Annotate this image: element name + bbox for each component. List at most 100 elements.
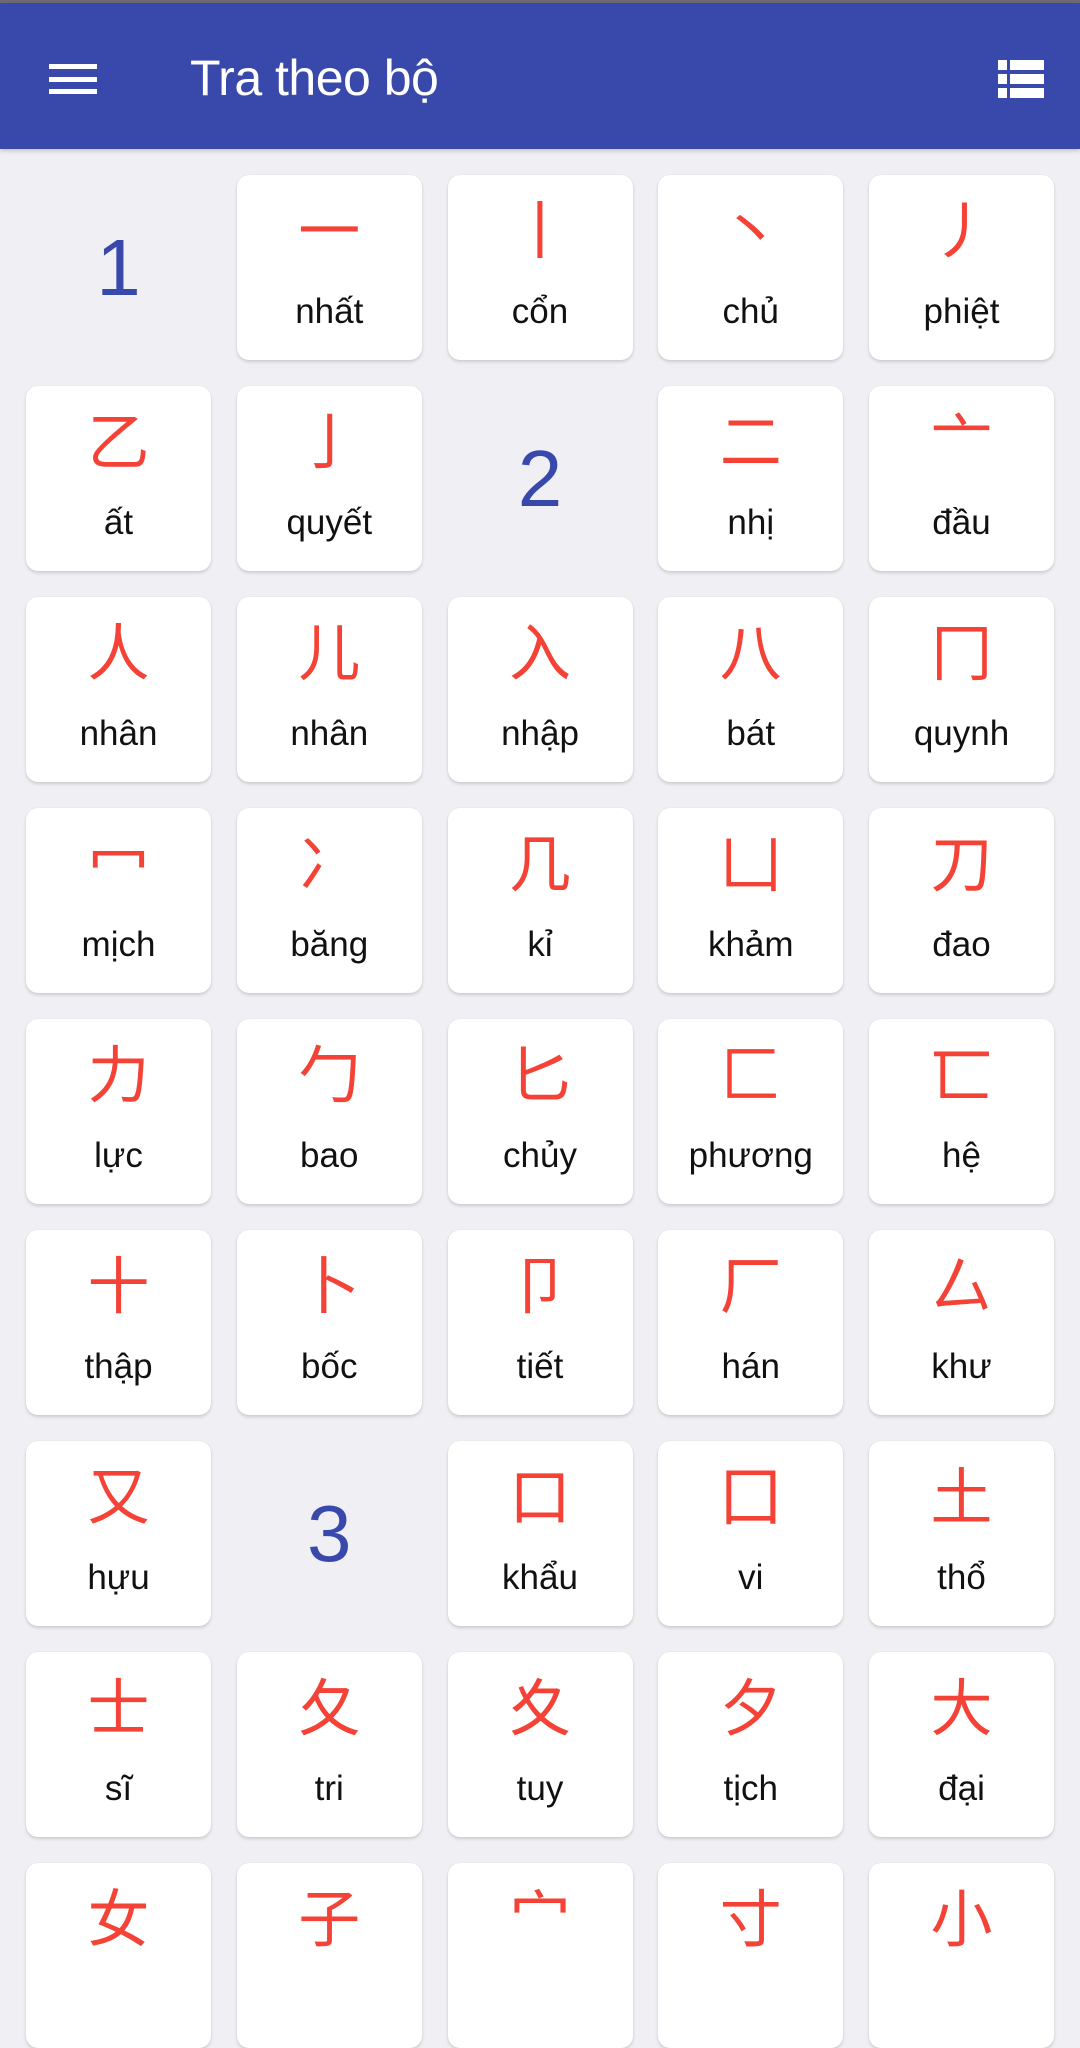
- radical-card[interactable]: 入 nhập: [447, 597, 633, 782]
- radical-character: 乙: [87, 406, 150, 479]
- radical-card[interactable]: 大 đại: [869, 1652, 1054, 1837]
- radical-card[interactable]: 土 thổ: [869, 1441, 1054, 1626]
- radical-name: đao: [932, 925, 991, 964]
- radical-character: 冂: [930, 617, 993, 690]
- radical-name: chủy: [503, 1136, 577, 1175]
- radical-character: 小: [930, 1883, 993, 1956]
- radical-card[interactable]: 冫 băng: [236, 808, 422, 993]
- radical-character: 丨: [508, 195, 571, 268]
- radical-card[interactable]: 匕 chủy: [447, 1019, 633, 1204]
- radical-character: 匕: [508, 1039, 571, 1112]
- radical-card[interactable]: 士 sĩ: [26, 1652, 211, 1837]
- radical-character: 又: [87, 1461, 150, 1534]
- radical-character: 夂: [298, 1672, 361, 1745]
- list-view-icon: [998, 60, 1044, 98]
- radical-card[interactable]: 十 thập: [26, 1230, 211, 1415]
- radical-name: hệ: [942, 1136, 981, 1175]
- radical-character: 夊: [508, 1672, 571, 1745]
- radical-name: nhân: [290, 714, 369, 753]
- radical-character: 大: [930, 1672, 993, 1745]
- radical-name: quynh: [913, 714, 1010, 753]
- radical-card[interactable]: 二 nhị: [658, 386, 844, 571]
- radical-card[interactable]: 囗 vi: [658, 1441, 844, 1626]
- radical-character: 凵: [719, 828, 782, 901]
- radical-character: 卩: [508, 1250, 571, 1323]
- radical-card[interactable]: 一 nhất: [236, 175, 422, 360]
- radical-card[interactable]: 夕 tịch: [658, 1652, 844, 1837]
- radical-card[interactable]: 厶 khư: [869, 1230, 1054, 1415]
- radical-name: khư: [931, 1347, 992, 1386]
- radical-card[interactable]: 儿 nhân: [236, 597, 422, 782]
- radical-card[interactable]: 冂 quynh: [869, 597, 1054, 782]
- radical-character: 力: [87, 1039, 150, 1112]
- radical-character: 人: [87, 617, 150, 690]
- radical-card[interactable]: 匸 hệ: [869, 1019, 1054, 1204]
- radical-name: nhân: [79, 714, 158, 753]
- radical-card[interactable]: 冖 mịch: [26, 808, 211, 993]
- radical-name: tiết: [516, 1347, 564, 1386]
- radical-card[interactable]: 女: [26, 1863, 211, 2048]
- radical-name: phương: [688, 1136, 813, 1175]
- radical-card[interactable]: 夂 tri: [236, 1652, 422, 1837]
- radical-name: hựu: [87, 1558, 150, 1597]
- radical-name: khảm: [707, 925, 794, 964]
- radical-character: 卜: [298, 1250, 361, 1323]
- radical-card[interactable]: 丿 phiệt: [869, 175, 1054, 360]
- radical-card[interactable]: 刀 đao: [869, 808, 1054, 993]
- radical-character: 几: [508, 828, 571, 901]
- radical-character: 勹: [298, 1039, 361, 1112]
- radical-name: vi: [738, 1558, 764, 1597]
- radical-card[interactable]: 人 nhân: [26, 597, 211, 782]
- radical-character: 丿: [930, 195, 993, 268]
- radical-character: 丶: [719, 195, 782, 268]
- radical-card[interactable]: 力 lực: [26, 1019, 211, 1204]
- radical-character: 夕: [719, 1672, 782, 1745]
- radical-card[interactable]: 八 bát: [658, 597, 844, 782]
- radical-card[interactable]: 卩 tiết: [447, 1230, 633, 1415]
- radical-card[interactable]: 亅 quyết: [236, 386, 422, 571]
- radical-name: thập: [84, 1347, 153, 1386]
- stroke-count-header: 2: [448, 386, 633, 571]
- menu-button[interactable]: [30, 39, 116, 119]
- radical-character: 女: [87, 1883, 150, 1956]
- radical-character: 厶: [930, 1250, 993, 1323]
- radical-character: 儿: [298, 617, 361, 690]
- radical-name: khẩu: [502, 1558, 578, 1597]
- radical-name: thổ: [937, 1558, 986, 1597]
- radical-name: cổn: [511, 292, 569, 331]
- view-mode-button[interactable]: [978, 39, 1064, 119]
- radical-character: 子: [298, 1883, 361, 1956]
- radical-character: 口: [508, 1461, 571, 1534]
- radical-card[interactable]: 又 hựu: [26, 1441, 211, 1626]
- radical-name: bát: [726, 714, 776, 753]
- radical-card[interactable]: 小: [869, 1863, 1054, 2048]
- radical-name: phiệt: [923, 292, 1000, 331]
- radical-card[interactable]: 丨 cổn: [447, 175, 633, 360]
- app-bar: Tra theo bộ: [0, 3, 1080, 149]
- radical-card[interactable]: 卜 bốc: [236, 1230, 422, 1415]
- radical-card[interactable]: 子: [236, 1863, 422, 2048]
- radical-name: đầu: [932, 503, 991, 542]
- radical-name: hán: [721, 1347, 780, 1386]
- radical-card[interactable]: 夊 tuy: [447, 1652, 633, 1837]
- radical-character: 入: [508, 617, 571, 690]
- radical-grid: 1 一 nhất 丨 cổn 丶 chủ 丿 phiệt 乙 ất 亅 quyết 2 二 nhị 亠 đầu 人 n…: [26, 175, 1054, 2048]
- radical-card[interactable]: 凵 khảm: [658, 808, 844, 993]
- radical-card[interactable]: 亠 đầu: [869, 386, 1054, 571]
- radical-card[interactable]: 匚 phương: [658, 1019, 844, 1204]
- radical-card[interactable]: 几 kỉ: [447, 808, 633, 993]
- radical-character: 匚: [719, 1039, 782, 1112]
- radical-card[interactable]: 口 khẩu: [447, 1441, 633, 1626]
- radical-card[interactable]: 寸: [658, 1863, 844, 2048]
- hamburger-menu-icon: [49, 64, 97, 94]
- radical-card[interactable]: 勹 bao: [236, 1019, 422, 1204]
- radical-card[interactable]: 乙 ất: [26, 386, 211, 571]
- radical-name: quyết: [286, 503, 373, 542]
- radical-card[interactable]: 丶 chủ: [658, 175, 844, 360]
- radical-name: chủ: [722, 292, 779, 331]
- radical-name: tri: [314, 1769, 344, 1808]
- radical-card[interactable]: 宀: [447, 1863, 633, 2048]
- radical-character: 囗: [719, 1461, 782, 1534]
- radical-card[interactable]: 厂 hán: [658, 1230, 844, 1415]
- radical-name: nhất: [295, 292, 364, 331]
